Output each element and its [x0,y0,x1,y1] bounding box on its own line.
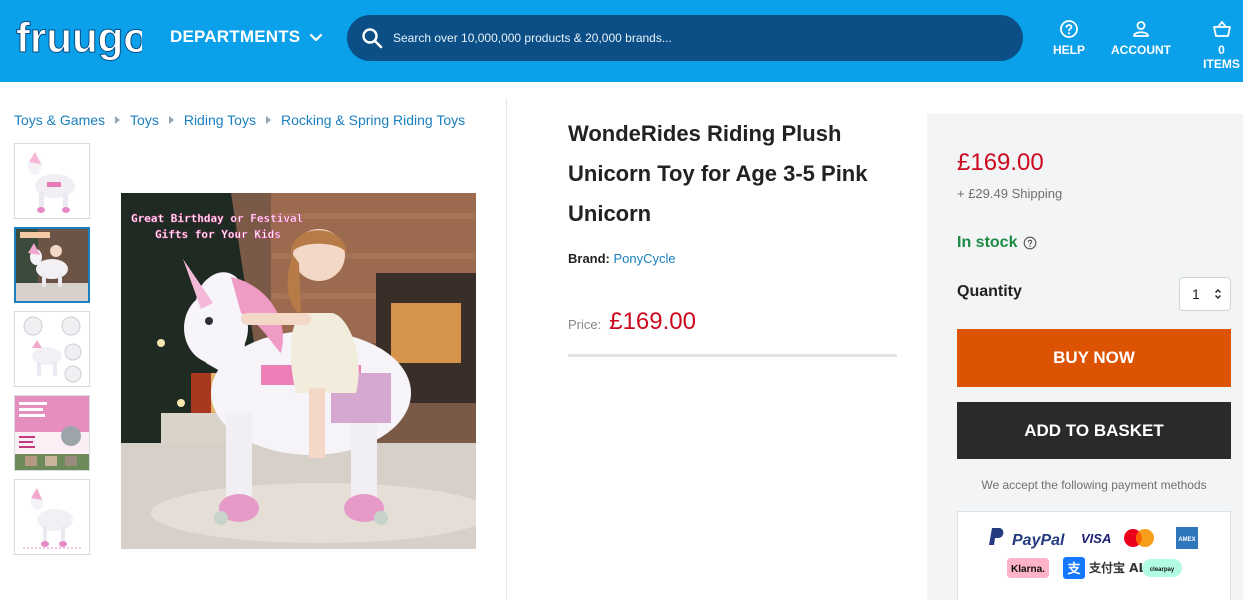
breadcrumb-separator-icon [168,116,174,124]
add-to-basket-button[interactable]: ADD TO BASKET [957,402,1231,459]
payment-methods-panel: PayPal VISA AMEX Klarna. 支 支付宝 ALIPAY cl… [957,511,1231,600]
product-thumbnail[interactable] [14,311,90,387]
price-value: £169.00 [609,308,696,335]
search-icon[interactable] [361,27,383,49]
thumbnail-list [14,143,90,563]
basket-label: 0 ITEMS [1203,43,1240,71]
product-brand: Brand: PonyCycle [568,251,676,266]
unicorn-product-photo: Great Birthday or Festival Gifts for You… [121,193,476,549]
fruugo-logo[interactable]: fruugo [12,8,143,68]
breadcrumb-link-rocking-spring[interactable]: Rocking & Spring Riding Toys [281,112,465,128]
breadcrumb: Toys & Games Toys Riding Toys Rocking & … [14,112,465,128]
search-input[interactable] [383,15,1023,61]
help-label: HELP [1053,43,1086,57]
payment-methods-text: We accept the following payment methods [981,478,1207,492]
product-thumbnail[interactable] [14,479,90,555]
buybox-price: £169.00 [957,149,1044,176]
account-link[interactable]: ACCOUNT [1111,19,1171,57]
brand-link[interactable]: PonyCycle [614,251,676,266]
site-header: fruugo DEPARTMENTS HELP ACCOUNT 0 ITEMS [0,0,1243,82]
breadcrumb-separator-icon [265,116,271,124]
image-caption-line2: Gifts for Your Kids [155,228,281,241]
breadcrumb-link-toys[interactable]: Toys [130,112,159,128]
departments-label: DEPARTMENTS [170,27,301,46]
unicorn-thumbnail-image [15,480,89,554]
help-icon [1060,20,1078,38]
account-label: ACCOUNT [1111,43,1171,57]
breadcrumb-link-riding-toys[interactable]: Riding Toys [184,112,256,128]
svg-text:支: 支 [1066,561,1081,577]
unicorn-thumbnail-image [15,144,89,218]
basket-link[interactable]: 0 ITEMS [1200,19,1243,71]
help-link[interactable]: HELP [1053,19,1085,57]
logo-text: fruugo [16,14,142,61]
product-thumbnail[interactable] [14,227,90,303]
klarna-logo-text: Klarna. [1011,564,1045,575]
quantity-select[interactable]: 1 [1179,277,1231,311]
basket-icon [1212,21,1231,37]
stock-status: In stock [957,234,1037,252]
product-thumbnail[interactable] [14,395,90,471]
shipping-cost: + £29.49 Shipping [957,186,1063,201]
chevron-down-icon [310,33,323,42]
visa-logo-text: VISA [1081,531,1111,546]
breadcrumb-link-toys-games[interactable]: Toys & Games [14,112,105,128]
clearpay-logo-text: clearpay [1150,567,1175,573]
departments-menu[interactable]: DEPARTMENTS [170,27,324,47]
payment-logos: PayPal VISA AMEX Klarna. 支 支付宝 ALIPAY cl… [989,527,1198,579]
product-price: Price: £169.00 [568,308,696,336]
price-divider [568,354,897,357]
breadcrumb-separator-icon [115,116,121,124]
buy-now-button[interactable]: BUY NOW [957,329,1231,387]
price-label: Price: [568,317,602,332]
column-divider [506,98,507,600]
buy-box: £169.00 + £29.49 Shipping In stock Quant… [927,114,1243,600]
brand-label: Brand: [568,251,610,266]
product-thumbnail[interactable] [14,143,90,219]
unicorn-thumbnail-image [16,229,88,301]
quantity-value: 1 [1192,286,1200,302]
user-icon [1133,21,1149,37]
mastercard-icon [1124,529,1154,547]
svg-text:AMEX: AMEX [1178,537,1195,543]
unicorn-thumbnail-image [15,396,89,470]
quantity-label: Quantity [957,283,1022,300]
help-circle-icon[interactable] [1023,236,1037,250]
image-caption-line1: Great Birthday or Festival [131,212,303,225]
main-product-image[interactable]: Great Birthday or Festival Gifts for You… [121,193,476,549]
paypal-logo-text: PayPal [1012,532,1065,549]
stock-label: In stock [957,234,1018,251]
search-bar[interactable] [347,15,1023,61]
paypal-icon [989,528,1004,545]
product-title: WondeRides Riding Plush Unicorn Toy for … [568,121,868,226]
select-arrows-icon [1215,289,1221,299]
unicorn-thumbnail-image [15,312,89,386]
